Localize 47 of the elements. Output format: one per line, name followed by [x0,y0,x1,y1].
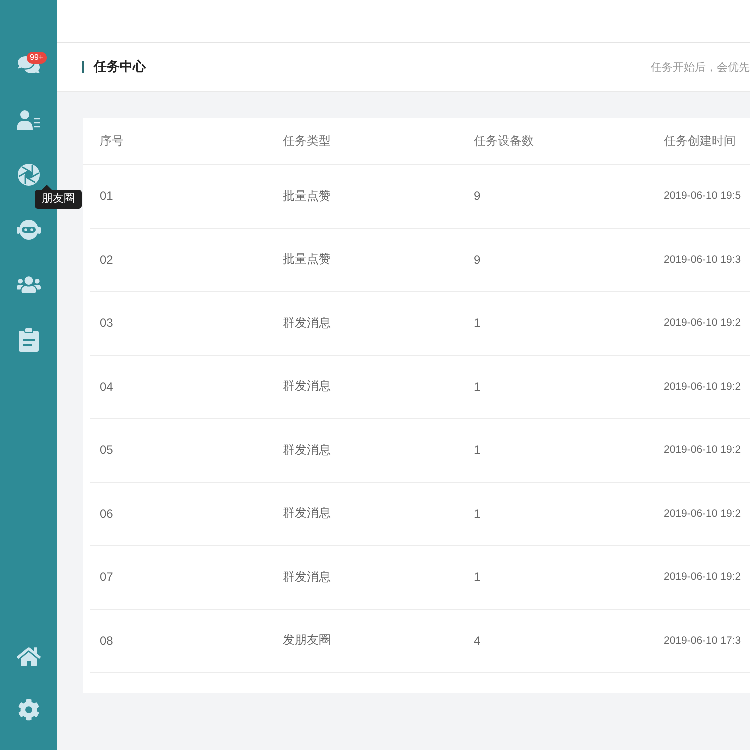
table-cell: 2019-06-10 17:3 [664,634,742,647]
table-cell: 1 [474,380,481,394]
notification-badge: 99+ [27,52,47,64]
settings-icon[interactable] [18,698,40,720]
tooltip: 朋友圈 [35,185,82,209]
column-header: 任务类型 [283,132,331,150]
aperture-icon[interactable] [18,164,40,186]
table-cell: 08 [100,634,114,648]
home-icon[interactable] [16,644,40,668]
table-cell: 1 [474,506,481,521]
table-cell: 07 [100,570,114,584]
table-cell: 2019-06-10 19:2 [664,508,742,520]
table-cell: 2019-06-10 19:2 [664,317,742,330]
table-cell: 2019-06-10 19:3 [664,254,742,266]
table-cell: 02 [100,252,114,267]
column-header: 任务创建时间 [664,132,736,150]
table-cell: 1 [474,570,481,584]
table-cell: 05 [100,443,114,458]
table-cell: 2019-06-10 19:2 [664,380,742,393]
table-cell: 群发消息 [283,314,331,332]
contact-list-icon[interactable] [16,110,40,130]
page-title: 任务中心 [94,58,146,76]
table-cell: 批量点赞 [283,251,331,268]
table-cell: 批量点赞 [283,188,331,205]
table-cell: 9 [474,189,481,204]
table-cell: 4 [474,634,481,648]
table-cell: 发朋友圈 [283,632,331,650]
table-cell: 2019-06-10 19:5 [664,190,742,202]
table-cell: 群发消息 [283,442,331,459]
table-cell: 群发消息 [283,568,331,586]
table-cell: 1 [474,316,481,330]
table-cell: 1 [474,443,481,458]
table-cell: 群发消息 [283,378,331,396]
table-cell: 群发消息 [283,505,331,522]
column-header: 序号 [100,132,124,150]
hint-text: 任务开始后，会优先 [651,60,750,74]
table-cell: 2019-06-10 19:2 [664,444,742,456]
table-cell: 2019-06-10 19:2 [664,571,742,584]
clipboard-icon[interactable] [18,328,38,352]
table-cell: 01 [100,189,114,204]
table-cell: 06 [100,506,114,521]
robot-icon[interactable] [16,218,40,240]
title-accent-bar [82,61,84,73]
column-header: 任务设备数 [474,132,534,150]
table-cell: 04 [100,380,114,394]
table-cell: 03 [100,316,114,330]
table-cell: 9 [474,252,481,267]
